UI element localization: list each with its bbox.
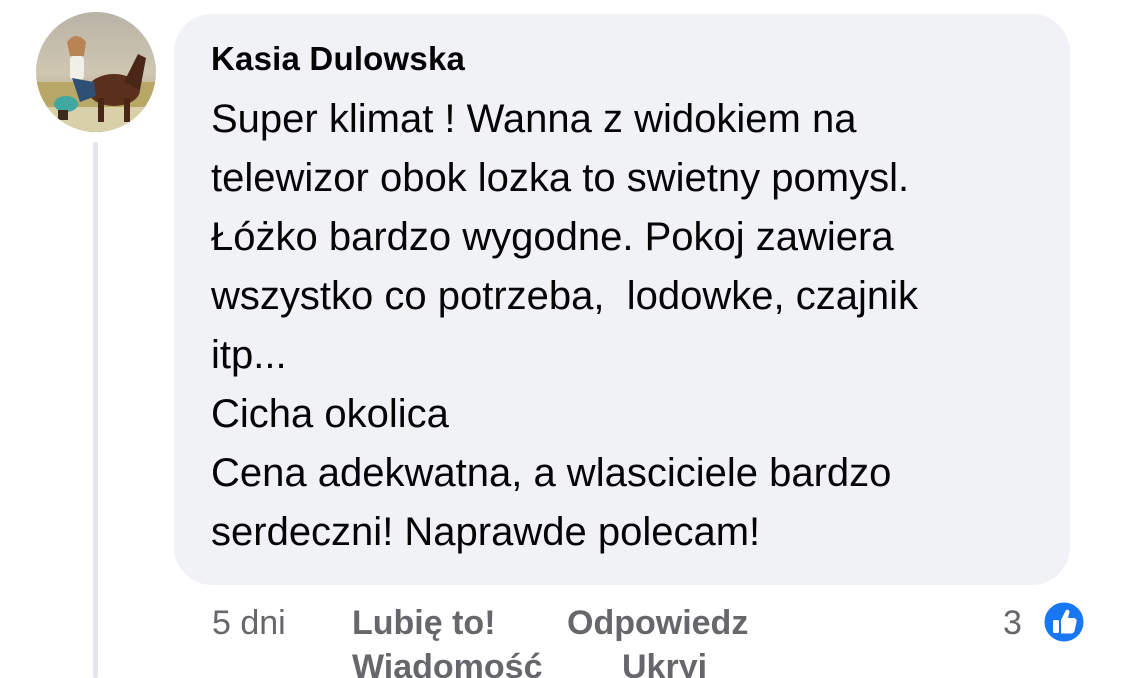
comment-line: serdeczni! Naprawde polecam! (211, 510, 761, 554)
reply-button[interactable]: Odpowiedz (567, 604, 748, 643)
comment-line: Super klimat ! Wanna z widokiem na (211, 97, 857, 141)
comment-text: Super klimat ! Wanna z widokiem na telew… (211, 90, 1051, 562)
comment-line: telewizor obok lozka to swietny pomysl. (211, 156, 910, 200)
comment-line: Łóżko bardzo wygodne. Pokoj zawiera (211, 215, 894, 259)
comment-timestamp[interactable]: 5 dni (212, 604, 286, 643)
message-button[interactable]: Wiadomość (352, 648, 543, 678)
comment-line: itp... (211, 333, 287, 377)
avatar[interactable] (36, 12, 156, 132)
reaction-count[interactable]: 3 (1003, 604, 1022, 643)
comment-line: wszystko co potrzeba, lodowke, czajnik (211, 274, 918, 318)
hide-button[interactable]: Ukryj (622, 648, 707, 678)
like-thumb-icon[interactable] (1040, 598, 1088, 646)
comment-line: Cena adekwatna, a wlasciciele bardzo (211, 451, 892, 495)
comment-screen: Kasia Dulowska Super klimat ! Wanna z wi… (0, 0, 1125, 678)
comment-line: Cicha okolica (211, 392, 449, 436)
like-button[interactable]: Lubię to! (352, 604, 496, 643)
comment-actions-row2: Wiadomość Ukryj (0, 648, 1125, 678)
author-name[interactable]: Kasia Dulowska (211, 40, 465, 78)
